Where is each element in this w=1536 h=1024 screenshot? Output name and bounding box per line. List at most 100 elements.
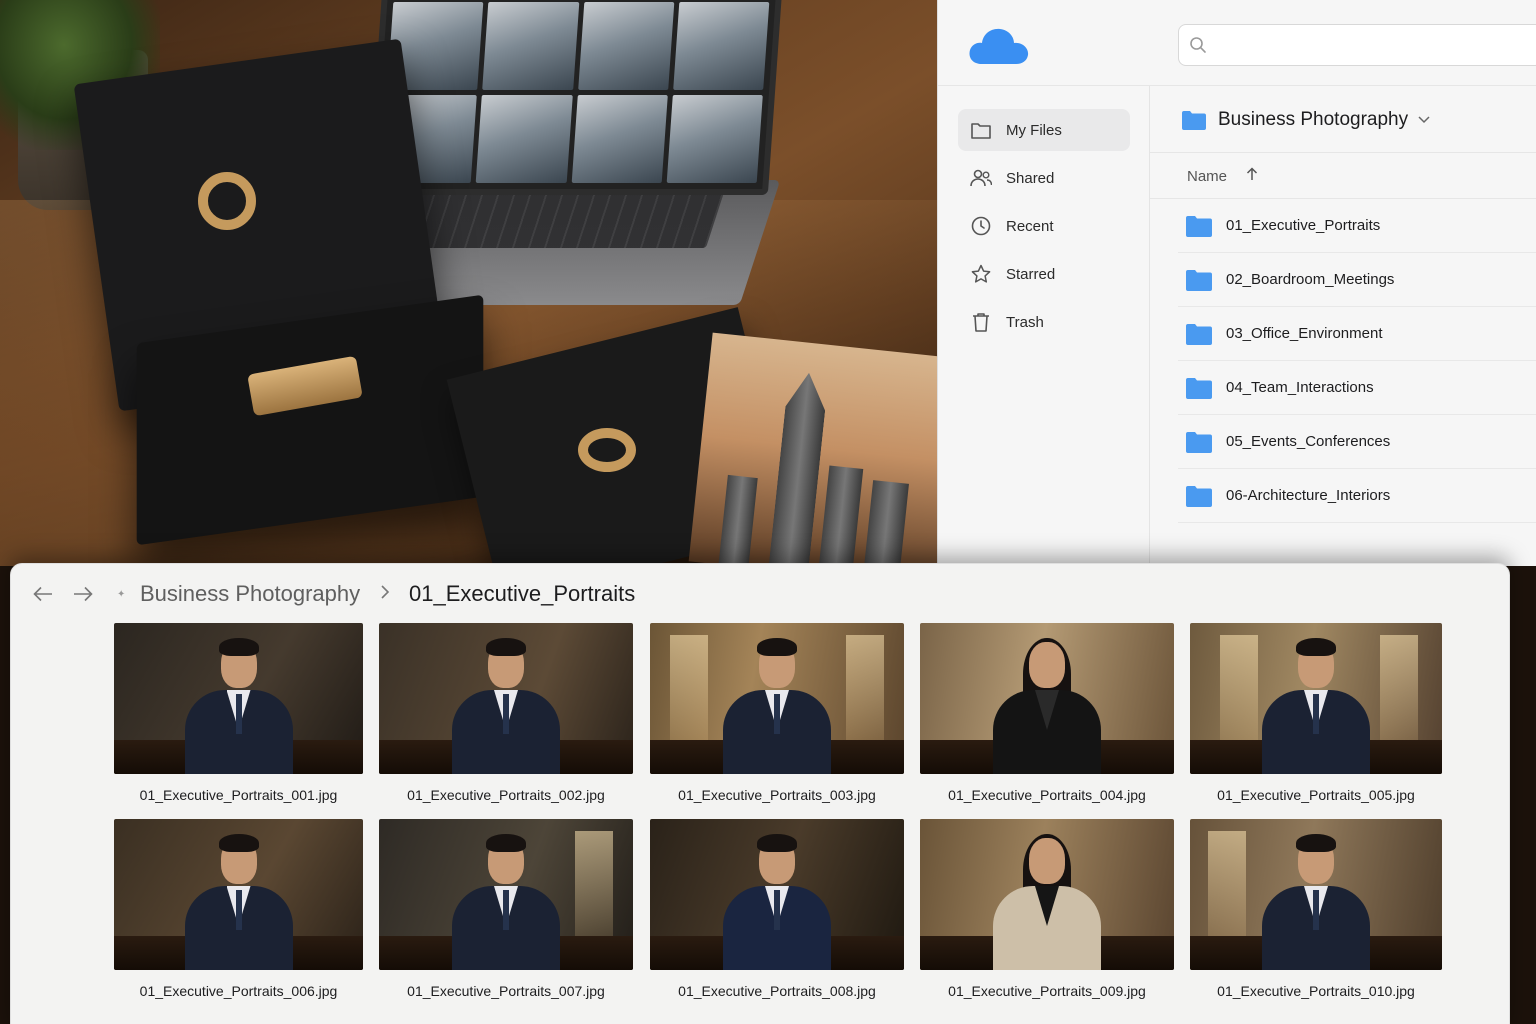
photo-tile[interactable]: 01_Executive_Portraits_001.jpg: [114, 623, 363, 808]
file-name: 01_Executive_Portraits_007.jpg: [407, 983, 605, 999]
search-icon: [1190, 37, 1206, 53]
photo-tile[interactable]: 01_Executive_Portraits_004.jpg: [920, 623, 1174, 808]
laptop-thumb: [475, 95, 573, 183]
gallery-panel: ✦ Business Photography 01_Executive_Port…: [10, 563, 1510, 1024]
folder-icon: [1186, 215, 1212, 237]
file-list-pane: Business Photography Name 01_Executive_P…: [1150, 86, 1536, 566]
drive-header: [938, 0, 1536, 86]
folder-name: 06-Architecture_Interiors: [1226, 487, 1391, 504]
photo-tile[interactable]: 01_Executive_Portraits_007.jpg: [379, 819, 633, 1004]
folder-name: 01_Executive_Portraits: [1226, 217, 1381, 234]
photo-tile[interactable]: 01_Executive_Portraits_008.jpg: [650, 819, 904, 1004]
sidebar: My Files Shared Recent Starred Trash: [938, 86, 1150, 566]
photo-thumbnail[interactable]: [379, 623, 633, 774]
photo-thumbnail[interactable]: [650, 819, 904, 970]
sort-ascending-icon[interactable]: [1246, 167, 1258, 181]
folder-row[interactable]: 03_Office_Environment: [1178, 307, 1536, 361]
folder-icon: [1186, 269, 1212, 291]
search-bar[interactable]: [1178, 24, 1536, 66]
search-input[interactable]: [1215, 33, 1515, 57]
file-name: 01_Executive_Portraits_008.jpg: [678, 983, 876, 999]
cloud-drive-window: My Files Shared Recent Starred Trash Bus…: [937, 0, 1536, 566]
file-name: 01_Executive_Portraits_001.jpg: [139, 787, 338, 803]
laptop-thumb: [672, 2, 770, 90]
sidebar-item-my-files[interactable]: My Files: [958, 109, 1130, 151]
photo-tile[interactable]: 01_Executive_Portraits_003.jpg: [650, 623, 904, 808]
photo-tile[interactable]: 01_Executive_Portraits_002.jpg: [379, 623, 633, 808]
aperture-logo: [198, 172, 256, 230]
laptop-keyboard: [385, 192, 725, 248]
folder-name: 05_Events_Conferences: [1226, 433, 1391, 450]
folder-icon: [1186, 323, 1212, 345]
photo-thumbnail[interactable]: [114, 623, 363, 774]
page-title: Business Photography: [1218, 109, 1409, 130]
file-name: 01_Executive_Portraits_009.jpg: [948, 983, 1146, 999]
photo-thumbnail[interactable]: [379, 819, 633, 970]
folder-icon: [970, 119, 992, 141]
clock-icon: [970, 215, 992, 237]
current-folder-dropdown[interactable]: Business Photography: [1182, 106, 1430, 134]
trash-icon: [970, 311, 992, 333]
forward-button[interactable]: [71, 582, 95, 606]
sidebar-item-shared[interactable]: Shared: [958, 157, 1130, 199]
folder-icon: [1186, 485, 1212, 507]
breadcrumb-current: 01_Executive_Portraits: [409, 581, 636, 606]
file-name: 01_Executive_Portraits_005.jpg: [1217, 787, 1415, 803]
laptop-thumb: [482, 2, 579, 90]
sidebar-item-label: Recent: [1006, 217, 1054, 235]
photo-tile[interactable]: 01_Executive_Portraits_005.jpg: [1190, 623, 1442, 808]
folder-row[interactable]: 02_Boardroom_Meetings: [1178, 253, 1536, 307]
folder-row[interactable]: 06-Architecture_Interiors: [1178, 469, 1536, 523]
sidebar-item-label: Trash: [1006, 313, 1044, 331]
folder-name: 03_Office_Environment: [1226, 325, 1383, 342]
photo-thumbnail[interactable]: [1190, 623, 1442, 774]
laptop-thumb: [577, 2, 675, 90]
back-button[interactable]: [31, 582, 55, 606]
building: [718, 474, 758, 566]
breadcrumb: ✦ Business Photography 01_Executive_Port…: [11, 576, 1011, 612]
folder-row[interactable]: 04_Team_Interactions: [1178, 361, 1536, 415]
sort-header[interactable]: Name: [1150, 152, 1536, 199]
photo-thumbnail[interactable]: [920, 623, 1174, 774]
photo-thumbnail[interactable]: [920, 819, 1174, 970]
photo-tile[interactable]: 01_Executive_Portraits_009.jpg: [920, 819, 1174, 1004]
file-name: 01_Executive_Portraits_006.jpg: [139, 983, 338, 999]
sidebar-item-trash[interactable]: Trash: [958, 301, 1130, 343]
arrow-right-icon: [74, 586, 93, 602]
laptop-thumb: [666, 95, 763, 183]
column-header-name[interactable]: Name: [1187, 168, 1227, 185]
photo-tile[interactable]: 01_Executive_Portraits_010.jpg: [1190, 819, 1442, 1004]
cloud-logo-icon[interactable]: [968, 24, 1030, 66]
building: [817, 465, 864, 566]
sidebar-item-starred[interactable]: Starred: [958, 253, 1130, 295]
sidebar-item-label: My Files: [1006, 121, 1062, 139]
sidebar-item-label: Shared: [1006, 169, 1055, 187]
file-name: 01_Executive_Portraits_004.jpg: [948, 787, 1146, 803]
sidebar-item-recent[interactable]: Recent: [958, 205, 1130, 247]
chevron-down-icon: [1418, 116, 1430, 124]
folder-name: 02_Boardroom_Meetings: [1226, 271, 1395, 288]
folder-row[interactable]: 05_Events_Conferences: [1178, 415, 1536, 469]
file-name: 01_Executive_Portraits_010.jpg: [1217, 983, 1415, 999]
star-icon: [970, 263, 992, 285]
photo-thumbnail[interactable]: [114, 819, 363, 970]
arrow-left-icon: [33, 586, 52, 602]
skyscraper: [768, 371, 829, 566]
folder-name: 04_Team_Interactions: [1226, 379, 1374, 396]
sidebar-item-label: Starred: [1006, 265, 1056, 283]
laptop-screen: [367, 0, 783, 195]
photo-thumbnail[interactable]: [1190, 819, 1442, 970]
photo-tile[interactable]: 01_Executive_Portraits_006.jpg: [114, 819, 363, 1004]
folder-icon: [1186, 377, 1212, 399]
chevron-right-icon: [381, 585, 390, 599]
building: [862, 480, 909, 566]
sparkle-icon: ✦: [117, 589, 126, 600]
photo-thumbnail[interactable]: [650, 623, 904, 774]
city-print: [688, 332, 940, 566]
breadcrumb-parent-link[interactable]: Business Photography: [140, 581, 360, 607]
folder-row[interactable]: 01_Executive_Portraits: [1178, 199, 1536, 253]
folder-icon: [1182, 111, 1206, 130]
file-name: 01_Executive_Portraits_003.jpg: [678, 787, 876, 803]
aperture-logo: [578, 428, 636, 472]
file-name: 01_Executive_Portraits_002.jpg: [407, 787, 605, 803]
